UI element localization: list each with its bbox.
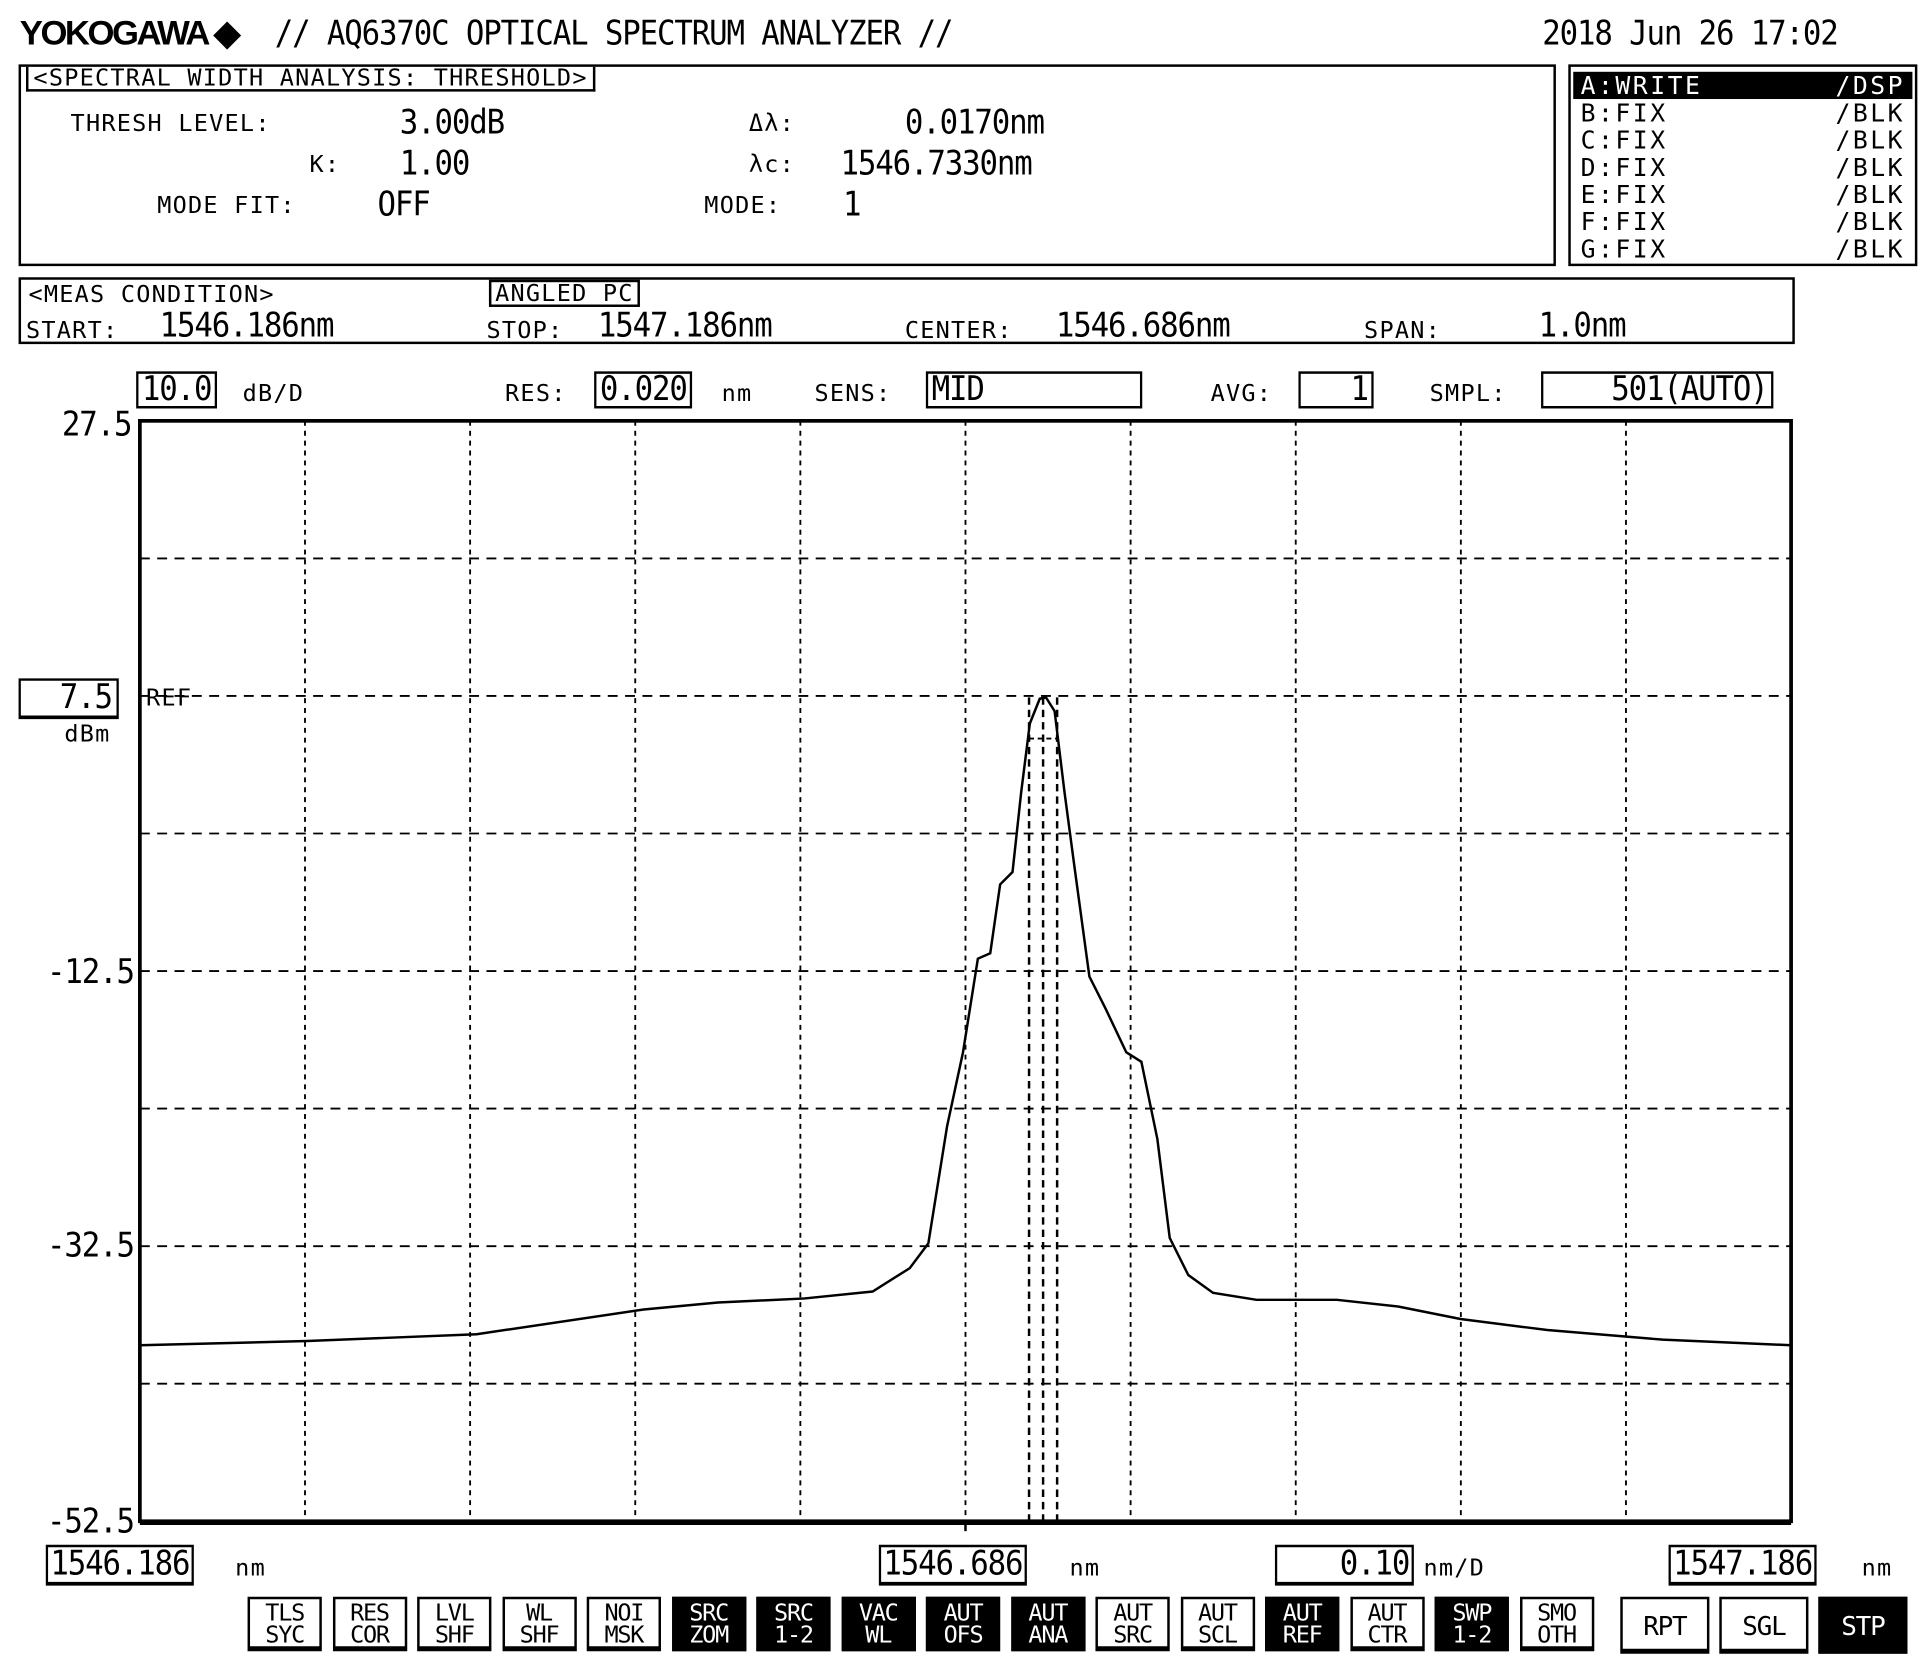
osa-screen: YOKOGAWA ◆ // AQ6370C OPTICAL SPECTRUM A… xyxy=(0,0,1931,1659)
softkey-aut-ctr[interactable]: AUT CTR xyxy=(1349,1596,1425,1652)
spectrum-plot xyxy=(138,418,1793,1532)
softkey-aut-ofs[interactable]: AUT OFS xyxy=(925,1596,1001,1652)
softkey-aut-scl[interactable]: AUT SCL xyxy=(1180,1596,1255,1652)
x-per-div-unit: nm/D xyxy=(1423,1554,1486,1582)
softkey-tls-syc[interactable]: TLS SYC xyxy=(247,1596,322,1652)
x-start-label[interactable]: 1546.186 xyxy=(45,1544,194,1586)
x-unit: nm xyxy=(1861,1554,1893,1582)
softkey-line2: SHF xyxy=(519,1621,560,1649)
sgl-button[interactable]: SGL xyxy=(1719,1596,1809,1654)
softkey-aut-ana[interactable]: AUT ANA xyxy=(1010,1596,1085,1652)
softkey-line2: ANA xyxy=(1028,1621,1068,1649)
softkey-line2: 1-2 xyxy=(1452,1621,1492,1649)
softkey-src-zom[interactable]: SRC ZOM xyxy=(671,1596,746,1652)
softkey-line2: 1-2 xyxy=(774,1621,814,1649)
x-per-div-label[interactable]: 0.10 xyxy=(1274,1544,1414,1586)
softkey-line2: SCL xyxy=(1197,1621,1238,1649)
x-unit: nm xyxy=(235,1554,266,1582)
softkey-line2: SHF xyxy=(434,1621,475,1649)
trace-a-line xyxy=(139,695,1792,1347)
softkey-line2: OTH xyxy=(1537,1621,1577,1649)
softkey-vac-wl[interactable]: VAC WL xyxy=(841,1596,916,1652)
softkey-aut-src[interactable]: AUT SRC xyxy=(1095,1596,1170,1652)
stp-button[interactable]: STP xyxy=(1818,1596,1908,1654)
softkey-aut-ref[interactable]: AUT REF xyxy=(1265,1596,1340,1652)
softkey-line2: OFS xyxy=(943,1621,984,1649)
softkey-noi-msk[interactable]: NOI MSK xyxy=(586,1596,661,1652)
softkey-res-cor[interactable]: RES COR xyxy=(332,1596,407,1652)
softkey-src-1-2[interactable]: SRC 1-2 xyxy=(756,1596,831,1652)
x-center-label[interactable]: 1546.686 xyxy=(878,1544,1027,1586)
softkey-line2: REF xyxy=(1282,1621,1323,1649)
softkey-line2: WL xyxy=(865,1621,892,1649)
softkey-line2: CTR xyxy=(1367,1621,1408,1649)
softkey-line2: SYC xyxy=(265,1621,305,1649)
softkey-line2: COR xyxy=(350,1621,390,1649)
x-stop-label[interactable]: 1547.186 xyxy=(1668,1544,1817,1586)
softkey-line2: SRC xyxy=(1113,1621,1153,1649)
softkey-lvl-shf[interactable]: LVL SHF xyxy=(417,1596,492,1652)
softkey-line2: ZOM xyxy=(689,1621,729,1649)
softkey-swp-1-2[interactable]: SWP 1-2 xyxy=(1434,1596,1509,1652)
softkey-wl-shf[interactable]: WL SHF xyxy=(501,1596,577,1652)
rpt-button[interactable]: RPT xyxy=(1620,1596,1710,1654)
x-unit: nm xyxy=(1069,1554,1101,1582)
softkey-line2: MSK xyxy=(604,1621,644,1649)
softkey-smo-oth[interactable]: SMO OTH xyxy=(1519,1596,1594,1652)
